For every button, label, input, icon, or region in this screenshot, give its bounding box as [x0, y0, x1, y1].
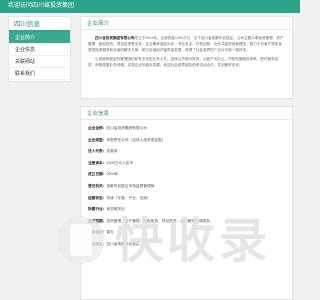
info-row: 登记机关：成都市武侯区市场监督管理局: [88, 184, 285, 196]
sidebar-item-sites[interactable]: 关联网站: [9, 56, 70, 68]
intro-panel: 企业简介 四川省投资集团有限公司成立于2003年，注册资金1000万元，位于四川…: [80, 16, 293, 99]
info-panel: 企业信息 企业全称：四川省投资集团有限公司 企业类型：有限责任公司（自然人投资或…: [80, 106, 293, 300]
sidebar-item-contact[interactable]: 联系我们: [9, 68, 70, 80]
info-key: 注册资本：: [88, 160, 107, 165]
info-row: 经营状态：存续（在营、开业、在册）: [88, 196, 285, 208]
info-row: 成立日期：2003年: [88, 172, 285, 184]
info-key: 企业全称：: [88, 126, 107, 130]
info-key: 企业地址：: [88, 241, 107, 246]
info-value: 四川省投资集团有限公司: [106, 126, 147, 130]
info-value: 存续（在营、开业、在册）: [106, 195, 151, 200]
intro-paragraph-2: 公司拥有稳定的管理团队和专业化的业务人员，坚持以市场为导向，以客户为中心，不断完…: [88, 56, 279, 67]
info-key: 所属行业：: [88, 207, 107, 212]
site-title[interactable]: 欢迎访问四川省投资集团: [8, 2, 74, 11]
info-key: 联系电话：: [88, 230, 107, 235]
info-value: 成都市武侯区市场监督管理局: [106, 183, 155, 188]
info-value: 商务服务业: [106, 207, 125, 212]
info-value: 有限责任公司（自然人投资或控股）: [106, 137, 166, 142]
info-row: 所属行业：商务服务业: [88, 207, 285, 219]
sidebar-title: 四川信息: [9, 17, 70, 32]
info-value: 2003年: [106, 172, 119, 177]
info-key: 登记机关：: [88, 183, 107, 188]
info-value: 投资管理、资产管理、股权投资、项目投资；企业管理咨询服务。: [106, 218, 214, 223]
info-row: 企业类型：有限责任公司（自然人投资或控股）: [88, 138, 285, 150]
info-value: 1000万元人民币: [106, 160, 134, 165]
intro-paragraph-1: 四川省投资集团有限公司成立于2003年，注册资金1000万元，位于四川省成都市武…: [88, 35, 285, 54]
info-value: 四川省成都市武侯区: [106, 241, 140, 246]
info-key: 法人代表：: [88, 149, 107, 154]
info-key: 成立日期：: [88, 172, 107, 177]
info-row: 企业全称：四川省投资集团有限公司: [88, 126, 285, 138]
info-key: 经营范围：: [88, 218, 107, 223]
info-value: 暂无: [106, 230, 114, 235]
info-row: 经营范围：投资管理、资产管理、股权投资、项目投资；企业管理咨询服务。: [88, 219, 285, 231]
info-row: 企业地址：四川省成都市武侯区: [88, 242, 285, 254]
info-row: 注册资本：1000万元人民币: [88, 161, 285, 173]
company-name: 四川省投资集团有限公司: [95, 36, 135, 40]
intro-heading: 企业简介: [81, 17, 292, 30]
sidebar: 四川信息 企业简介 企业信息 关联网站 联系我们: [8, 16, 71, 82]
info-value: 张某某: [106, 149, 118, 154]
sidebar-item-intro[interactable]: 企业简介: [9, 32, 70, 44]
top-bar: 欢迎访问四川省投资集团: [0, 0, 300, 13]
sidebar-item-info[interactable]: 企业信息: [9, 44, 70, 56]
info-key: 企业类型：: [88, 137, 107, 142]
info-row: 联系电话：暂无: [88, 230, 285, 242]
info-key: 经营状态：: [88, 195, 107, 200]
info-heading: 企业信息: [81, 107, 292, 120]
info-row: 法人代表：张某某: [88, 149, 285, 161]
